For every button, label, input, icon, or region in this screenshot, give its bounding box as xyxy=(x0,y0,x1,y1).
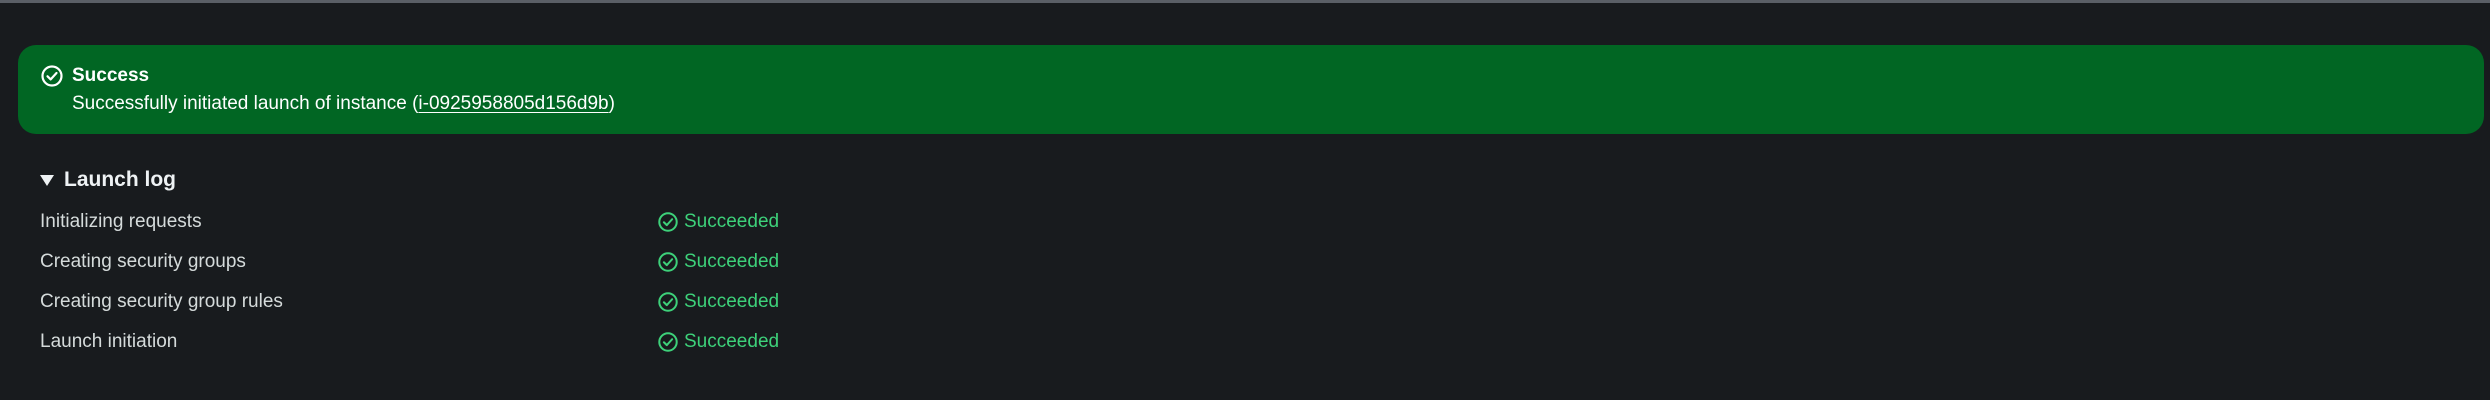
log-row: Creating security group rules Succeeded xyxy=(40,288,1040,316)
launch-log-toggle[interactable]: Launch log xyxy=(40,166,176,194)
status-text: Succeeded xyxy=(684,331,780,352)
status-text: Succeeded xyxy=(684,291,780,312)
log-row: Launch initiation Succeeded xyxy=(40,328,1040,356)
check-circle-icon xyxy=(658,332,678,352)
log-row-label: Initializing requests xyxy=(40,211,202,232)
banner-message-suffix: ) xyxy=(608,93,615,114)
status-text: Succeeded xyxy=(684,251,780,272)
log-row-status: Succeeded xyxy=(657,328,779,356)
log-row-label: Creating security groups xyxy=(40,251,246,272)
banner-message-prefix: Successfully initiated launch of instanc… xyxy=(72,93,419,114)
check-circle-icon xyxy=(658,292,678,312)
instance-id-link[interactable]: i-0925958805d156d9b xyxy=(418,93,608,114)
log-row: Creating security groups Succeeded xyxy=(40,248,1040,276)
top-divider xyxy=(0,0,2490,3)
check-circle-icon xyxy=(658,252,678,272)
log-row-label: Launch initiation xyxy=(40,331,178,352)
log-row: Initializing requests Succeeded xyxy=(40,208,1040,236)
check-circle-icon xyxy=(41,65,63,87)
launch-log-title: Launch log xyxy=(64,168,176,191)
status-text: Succeeded xyxy=(684,211,780,232)
log-row-label: Creating security group rules xyxy=(40,291,283,312)
banner-message: Successfully initiated launch of instanc… xyxy=(72,91,615,117)
log-row-status: Succeeded xyxy=(657,248,779,276)
caret-down-icon xyxy=(40,174,54,186)
banner-title: Success xyxy=(72,65,150,86)
success-flashbar: Success Successfully initiated launch of… xyxy=(18,45,2484,134)
log-row-status: Succeeded xyxy=(657,288,779,316)
check-circle-icon xyxy=(658,212,678,232)
log-row-status: Succeeded xyxy=(657,208,779,236)
